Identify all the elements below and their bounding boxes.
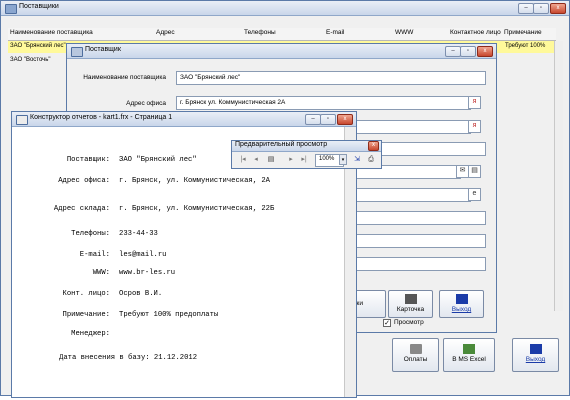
next-page-icon[interactable]: ▸: [285, 154, 297, 166]
supplier-exit-button-label: Выход: [451, 306, 472, 313]
report-label-office: Адрес офиса:: [58, 177, 110, 185]
supplier-titlebar[interactable]: Поставщик – ▫ x: [67, 44, 496, 59]
supplier-exit-button[interactable]: Выход: [439, 290, 484, 318]
app-icon: [5, 4, 17, 14]
report-value-www: www.br-les.ru: [119, 269, 176, 277]
main-window-title: Поставщики: [19, 3, 59, 10]
www-open-icon[interactable]: e: [468, 188, 481, 201]
card-print-button-label: Карточка: [396, 306, 425, 313]
export-excel-button[interactable]: В MS Excel: [443, 338, 495, 372]
main-exit-button[interactable]: Выход: [512, 338, 559, 372]
printer-icon: [404, 294, 417, 304]
close-icon[interactable]: x: [337, 114, 353, 125]
report-value-warehouse: г. Брянск, ул. Коммунистическая, 22Б: [119, 205, 275, 213]
supplier-window-icon: [71, 47, 83, 57]
supplier-name-field[interactable]: ЗАО "Брянский лес": [176, 71, 486, 85]
report-label-contact: Конт. лицо:: [62, 290, 110, 298]
col-header-phones[interactable]: Телефоны: [244, 29, 276, 36]
office-address-label: Адрес офиса: [126, 100, 166, 107]
close-icon[interactable]: x: [368, 141, 379, 151]
last-page-icon[interactable]: ▸|: [298, 154, 310, 166]
warehouse-address-clear-icon[interactable]: я: [468, 120, 481, 133]
report-value-office: г. Брянск, ул. Коммунистическая, 2А: [119, 177, 270, 185]
close-icon[interactable]: x: [550, 3, 566, 14]
report-label-supplier: Поставщик:: [66, 156, 110, 164]
row-note-cell: Требуют 100%: [505, 43, 546, 49]
page-select-icon[interactable]: ▤: [265, 154, 277, 166]
report-value-contact: Осров В.И.: [119, 290, 163, 298]
preview-checkbox[interactable]: ✓: [383, 319, 391, 327]
preview-checkbox-label: Просмотр: [394, 319, 424, 326]
report-label-note: Примечание:: [62, 311, 110, 319]
report-label-www: WWW:: [92, 269, 110, 277]
supplier-name-label: Наименование поставщика: [83, 74, 166, 81]
excel-icon: [463, 344, 475, 354]
col-header-address[interactable]: Адрес: [156, 29, 175, 36]
payments-button-label: Оплаты: [403, 356, 428, 363]
exit-preview-icon[interactable]: ⇲: [351, 154, 363, 166]
report-label-warehouse: Адрес склада:: [53, 205, 110, 213]
report-window-title: Конструктор отчетов - kart1.frx - Страни…: [30, 114, 173, 121]
col-header-note[interactable]: Примечание: [504, 29, 542, 36]
col-header-www[interactable]: WWW: [395, 29, 413, 36]
main-titlebar[interactable]: Поставщики – ▫ x: [1, 1, 569, 16]
report-footer-date: Дата внесения в базу: 21.12.2012: [59, 354, 198, 362]
office-address-clear-icon[interactable]: я: [468, 96, 481, 109]
maximize-icon[interactable]: ▫: [533, 3, 549, 14]
printer-icon[interactable]: ⎙: [365, 154, 377, 166]
exit-icon: [455, 294, 468, 304]
col-header-email[interactable]: E-mail: [326, 29, 344, 36]
grid-scrollbar[interactable]: [554, 41, 563, 311]
col-header-contact[interactable]: Контактное лицо: [450, 29, 501, 36]
report-value-supplier: ЗАО "Брянский лес": [119, 156, 197, 164]
email-book-icon[interactable]: ▤: [468, 165, 481, 178]
report-titlebar[interactable]: Конструктор отчетов - kart1.frx - Страни…: [12, 112, 356, 127]
preview-toolbar-titlebar[interactable]: Предварительный просмотр x: [232, 141, 381, 152]
report-label-phones: Телефоны:: [71, 230, 110, 238]
maximize-icon[interactable]: ▫: [320, 114, 336, 125]
report-label-manager: Менеджер:: [71, 330, 110, 338]
row-name-cell: ЗАО "Восточь": [10, 57, 51, 63]
supplier-partial-button[interactable]: жи: [352, 290, 386, 318]
report-value-note: Требуют 100% предоплаты: [119, 311, 219, 319]
calculator-icon: [409, 344, 422, 354]
office-address-field[interactable]: г. Брянск ул. Коммунистическая 2А: [176, 96, 471, 110]
main-exit-button-label: Выход: [525, 356, 546, 363]
export-excel-button-label: В MS Excel: [452, 356, 486, 363]
suppliers-grid-header: Наименование поставщика Адрес Телефоны E…: [8, 28, 556, 41]
preview-toolbar-title: Предварительный просмотр: [235, 141, 328, 148]
preview-toolbar: Предварительный просмотр x |◂ ◂ ▤ ▸ ▸| 1…: [231, 140, 382, 169]
report-value-email: les@mail.ru: [119, 251, 167, 259]
maximize-icon[interactable]: ▫: [460, 46, 476, 57]
report-label-email: E-mail:: [79, 251, 110, 259]
minimize-icon[interactable]: –: [518, 3, 534, 14]
prev-page-icon[interactable]: ◂: [250, 154, 262, 166]
exit-icon: [529, 344, 542, 354]
report-window-icon: [16, 115, 28, 125]
chevron-down-icon[interactable]: ▾: [339, 154, 347, 165]
first-page-icon[interactable]: |◂: [237, 154, 249, 166]
payments-button[interactable]: Оплаты: [392, 338, 439, 372]
row-name-cell: ЗАО "Брянский лес": [10, 43, 66, 49]
close-icon[interactable]: x: [477, 46, 493, 57]
minimize-icon[interactable]: –: [445, 46, 461, 57]
supplier-window-title: Поставщик: [85, 46, 121, 53]
card-print-button[interactable]: Карточка: [388, 290, 433, 318]
minimize-icon[interactable]: –: [305, 114, 321, 125]
report-value-phones: 233-44-33: [119, 230, 158, 238]
col-header-name[interactable]: Наименование поставщика: [10, 29, 93, 36]
